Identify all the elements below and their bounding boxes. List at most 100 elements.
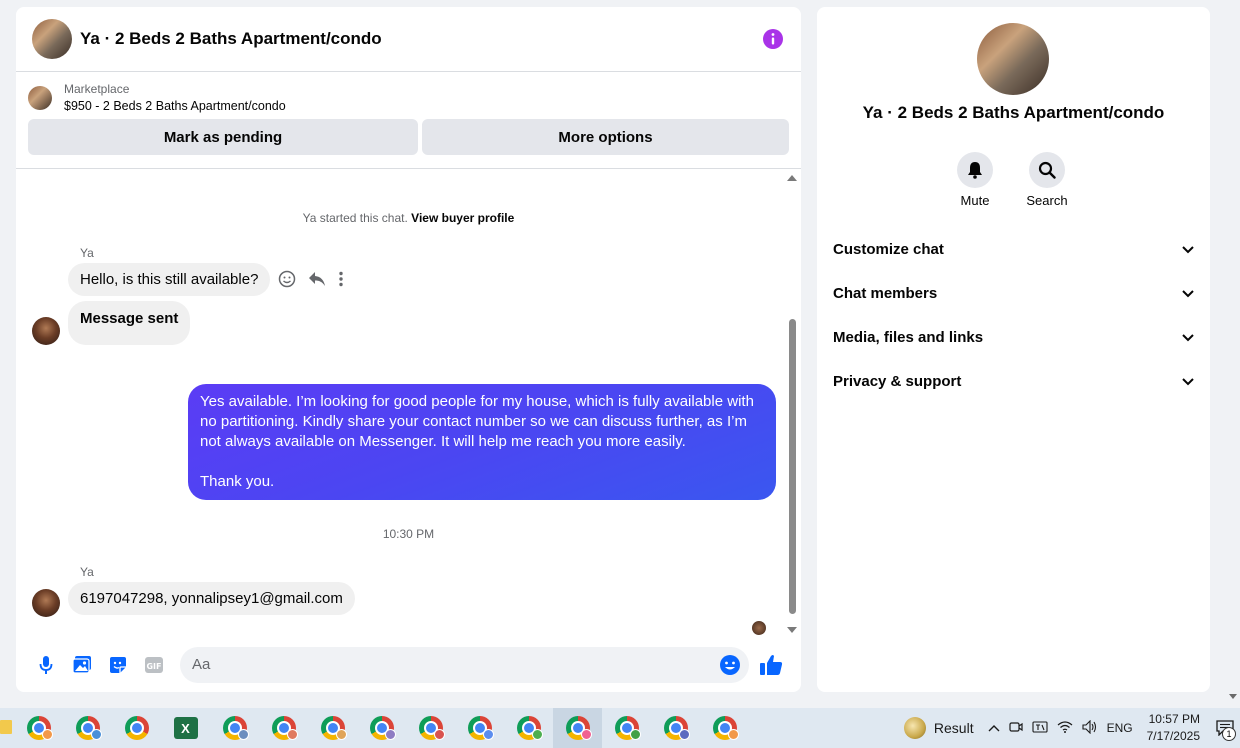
profile-badge [679, 729, 690, 740]
chrome-taskbar-item[interactable] [700, 708, 749, 748]
timestamp: 10:30 PM [382, 527, 435, 541]
chrome-taskbar-item[interactable] [651, 708, 700, 748]
page-scroll-down-arrow[interactable] [1229, 694, 1237, 699]
chrome-taskbar-item[interactable] [259, 708, 308, 748]
tray-icons: ENG [988, 719, 1133, 737]
microphone-icon[interactable] [28, 647, 64, 683]
reply-icon[interactable] [308, 271, 326, 292]
chrome-taskbar-item[interactable] [406, 708, 455, 748]
listing-title[interactable]: $950 - 2 Beds 2 Baths Apartment/condo [64, 99, 286, 113]
profile-badge [532, 729, 543, 740]
privacy-support-section[interactable]: Privacy & support [833, 359, 1194, 403]
conversation-avatar[interactable] [32, 19, 72, 59]
sender-avatar[interactable] [32, 589, 60, 617]
more-icon[interactable] [338, 271, 344, 292]
chrome-taskbar-item[interactable] [357, 708, 406, 748]
svg-text:GIF: GIF [146, 662, 161, 671]
profile-badge [385, 729, 396, 740]
sender-name: Ya [80, 246, 94, 260]
chevron-down-icon [1182, 241, 1194, 258]
sticker-icon[interactable] [100, 647, 136, 683]
chat-header: Ya · 2 Beds 2 Baths Apartment/condo [16, 7, 801, 72]
info-title: Ya · 2 Beds 2 Baths Apartment/condo [862, 103, 1165, 122]
profile-badge [287, 729, 298, 740]
notification-count-badge: 1 [1222, 727, 1236, 741]
marketplace-label: Marketplace [64, 82, 130, 96]
profile-badge [91, 729, 102, 740]
chrome-taskbar-item[interactable] [210, 708, 259, 748]
clock[interactable]: 10:57 PM 7/17/2025 [1147, 711, 1200, 745]
excel-taskbar-item[interactable]: X [161, 708, 210, 748]
chrome-taskbar-item[interactable] [112, 708, 161, 748]
message-sent-notice: Message sent [68, 301, 191, 345]
chat-title[interactable]: Ya · 2 Beds 2 Baths Apartment/condo [80, 29, 382, 49]
emoji-icon[interactable] [719, 654, 741, 680]
wifi-icon[interactable] [1057, 720, 1073, 736]
chat-members-section[interactable]: Chat members [833, 271, 1194, 315]
incoming-message[interactable]: 6197047298, yonnalipsey1@gmail.com [68, 582, 355, 615]
chrome-taskbar-item[interactable] [308, 708, 357, 748]
profile-badge [238, 729, 249, 740]
info-avatar[interactable] [977, 23, 1049, 95]
incoming-message[interactable]: Hello, is this still available? [68, 263, 271, 296]
scroll-down-arrow[interactable] [787, 627, 797, 633]
chrome-icon [124, 716, 149, 740]
message-list: Ya started this chat. View buyer profile… [16, 169, 801, 637]
profile-badge [42, 729, 53, 740]
profile-badge [581, 729, 592, 740]
chrome-taskbar-item[interactable] [504, 708, 553, 748]
seen-indicator [752, 621, 766, 635]
more-options-button[interactable]: More options [422, 119, 789, 155]
react-icon[interactable] [278, 270, 296, 293]
view-buyer-profile-link[interactable]: View buyer profile [411, 211, 514, 225]
profile-badge [483, 729, 494, 740]
scroll-up-arrow[interactable] [787, 175, 797, 181]
outgoing-message[interactable]: Yes available. I’m looking for good peop… [188, 384, 776, 500]
chevron-down-icon [1182, 373, 1194, 390]
message-input[interactable]: Aa [180, 646, 749, 683]
chrome-taskbar-item[interactable] [63, 708, 112, 748]
mark-pending-button[interactable]: Mark as pending [28, 119, 418, 155]
media-files-links-section[interactable]: Media, files and links [833, 315, 1194, 359]
composer: GIF Aa [16, 637, 801, 692]
notification-center-button[interactable]: 1 [1210, 708, 1240, 748]
listing-thumbnail[interactable] [28, 85, 52, 110]
sender-avatar[interactable] [32, 317, 60, 345]
chevron-down-icon [1182, 285, 1194, 302]
mute-label: Mute [960, 193, 990, 208]
chrome-taskbar-item-active[interactable] [553, 708, 602, 748]
profile-badge [336, 729, 347, 740]
scroll-thumb[interactable] [789, 319, 796, 614]
marketplace-banner: Marketplace $950 - 2 Beds 2 Baths Apartm… [16, 72, 801, 169]
search-button[interactable]: Search [1017, 152, 1077, 208]
gif-icon[interactable]: GIF [136, 647, 172, 683]
chrome-taskbar-item[interactable] [602, 708, 651, 748]
soccer-ball-icon [903, 717, 926, 739]
profile-badge [630, 729, 641, 740]
chat-start-notice: Ya started this chat. View buyer profile [302, 211, 515, 225]
customize-chat-section[interactable]: Customize chat [833, 227, 1194, 271]
volume-icon[interactable] [1082, 719, 1098, 737]
message-scrollbar[interactable] [787, 169, 801, 637]
system-tray: Result ENG 10:57 PM 7/17/2025 1 [903, 708, 1240, 748]
chevron-down-icon [1182, 329, 1194, 346]
clock-time: 10:57 PM [1148, 712, 1200, 726]
chrome-taskbar-item[interactable] [455, 708, 504, 748]
mute-button[interactable]: Mute [945, 152, 1005, 208]
file-explorer-icon[interactable] [0, 720, 12, 734]
language-indicator[interactable]: ENG [1107, 721, 1133, 735]
excel-icon: X [173, 717, 198, 739]
ime-icon[interactable] [1032, 720, 1048, 737]
info-icon[interactable] [761, 27, 785, 51]
chevron-up-icon[interactable] [988, 721, 1000, 735]
profile-badge [434, 729, 445, 740]
sender-name: Ya [80, 565, 94, 579]
chrome-taskbar-item[interactable] [14, 708, 63, 748]
clock-date: 7/17/2025 [1146, 729, 1200, 743]
search-label: Search [1026, 193, 1068, 208]
windows-taskbar: X Result ENG 10:57 PM 7/17/2025 1 [0, 708, 1240, 748]
weather-widget[interactable]: Result [903, 717, 974, 739]
thumbs-up-icon[interactable] [753, 647, 789, 683]
photo-icon[interactable] [64, 647, 100, 683]
meet-now-icon[interactable] [1008, 720, 1023, 737]
